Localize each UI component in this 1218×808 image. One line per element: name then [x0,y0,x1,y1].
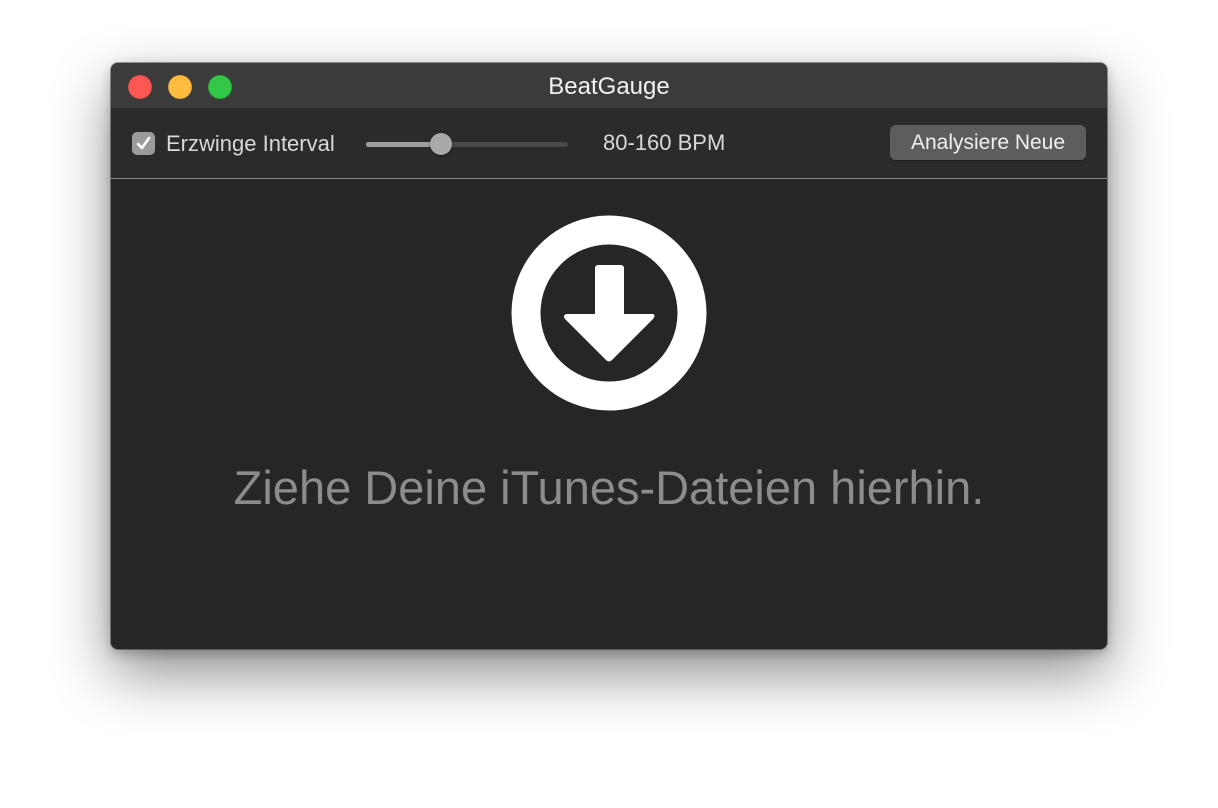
app-window: BeatGauge Erzwinge Interval 80-160 BPM A… [111,63,1107,649]
bpm-interval-slider[interactable] [366,132,568,156]
force-interval-checkbox[interactable] [132,132,155,155]
toolbar: Erzwinge Interval 80-160 BPM Analysiere … [111,108,1107,179]
analyze-new-button[interactable]: Analysiere Neue [890,125,1086,160]
drop-instruction-text: Ziehe Deine iTunes-Dateien hierhin. [233,461,985,514]
window-title: BeatGauge [548,73,670,100]
arrow-down-circle-icon [511,215,707,411]
force-interval-label[interactable]: Erzwinge Interval [166,130,335,158]
slider-thumb[interactable] [429,133,452,155]
checkmark-icon [136,136,151,150]
bpm-range-label: 80-160 BPM [603,130,726,155]
title-bar[interactable]: BeatGauge [111,63,1107,108]
drop-zone[interactable]: Ziehe Deine iTunes-Dateien hierhin. [111,179,1107,649]
